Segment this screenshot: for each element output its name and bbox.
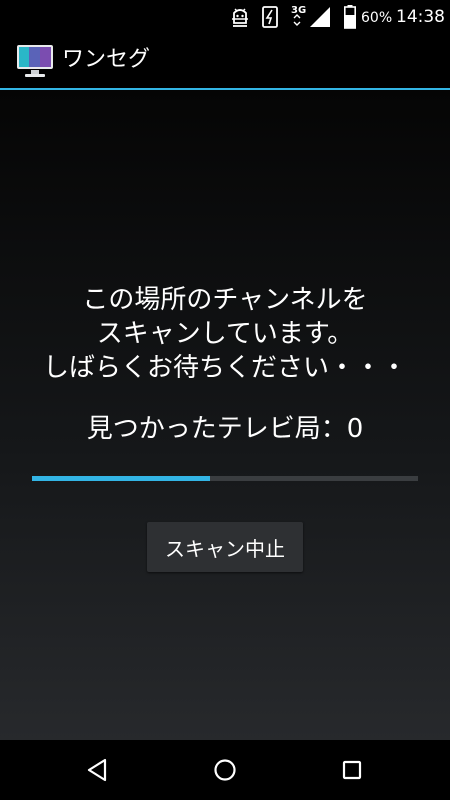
- battery-icon: [344, 5, 356, 33]
- scan-progress-bar: [32, 476, 418, 481]
- network-type-label: 3G: [291, 5, 306, 16]
- scan-progress-fill: [32, 476, 210, 481]
- found-stations: 見つかったテレビ局：0: [0, 412, 450, 446]
- screen: 3G 60% 14:38 ワンセグ この場所のチャンネルを スキャンしています。…: [0, 0, 450, 800]
- clock: 14:38: [396, 7, 445, 27]
- scan-message: この場所のチャンネルを スキャンしています。 しばらくお待ちください・・・: [0, 283, 450, 385]
- scan-message-line: しばらくお待ちください・・・: [42, 353, 407, 383]
- tv-icon[interactable]: [16, 44, 54, 78]
- scan-message-line: スキャンしています。: [96, 319, 354, 349]
- android-debug-icon: [230, 6, 250, 32]
- screenshot-icon: [261, 6, 279, 32]
- found-stations-count: 0: [346, 414, 364, 444]
- signal-icon: [309, 6, 331, 32]
- found-stations-label: 見つかったテレビ局：: [86, 414, 347, 444]
- navigation-bar: [0, 740, 450, 800]
- battery-percent: 60%: [361, 10, 393, 26]
- recents-icon[interactable]: [334, 752, 370, 788]
- status-bar: 3G 60% 14:38: [0, 0, 450, 34]
- scan-message-line: この場所のチャンネルを: [82, 285, 368, 315]
- network-type-icon: 3G: [290, 3, 308, 33]
- stop-scan-button[interactable]: スキャン中止: [147, 522, 303, 572]
- app-title: ワンセグ: [62, 47, 151, 72]
- home-icon[interactable]: [207, 752, 243, 788]
- back-icon[interactable]: [80, 752, 116, 788]
